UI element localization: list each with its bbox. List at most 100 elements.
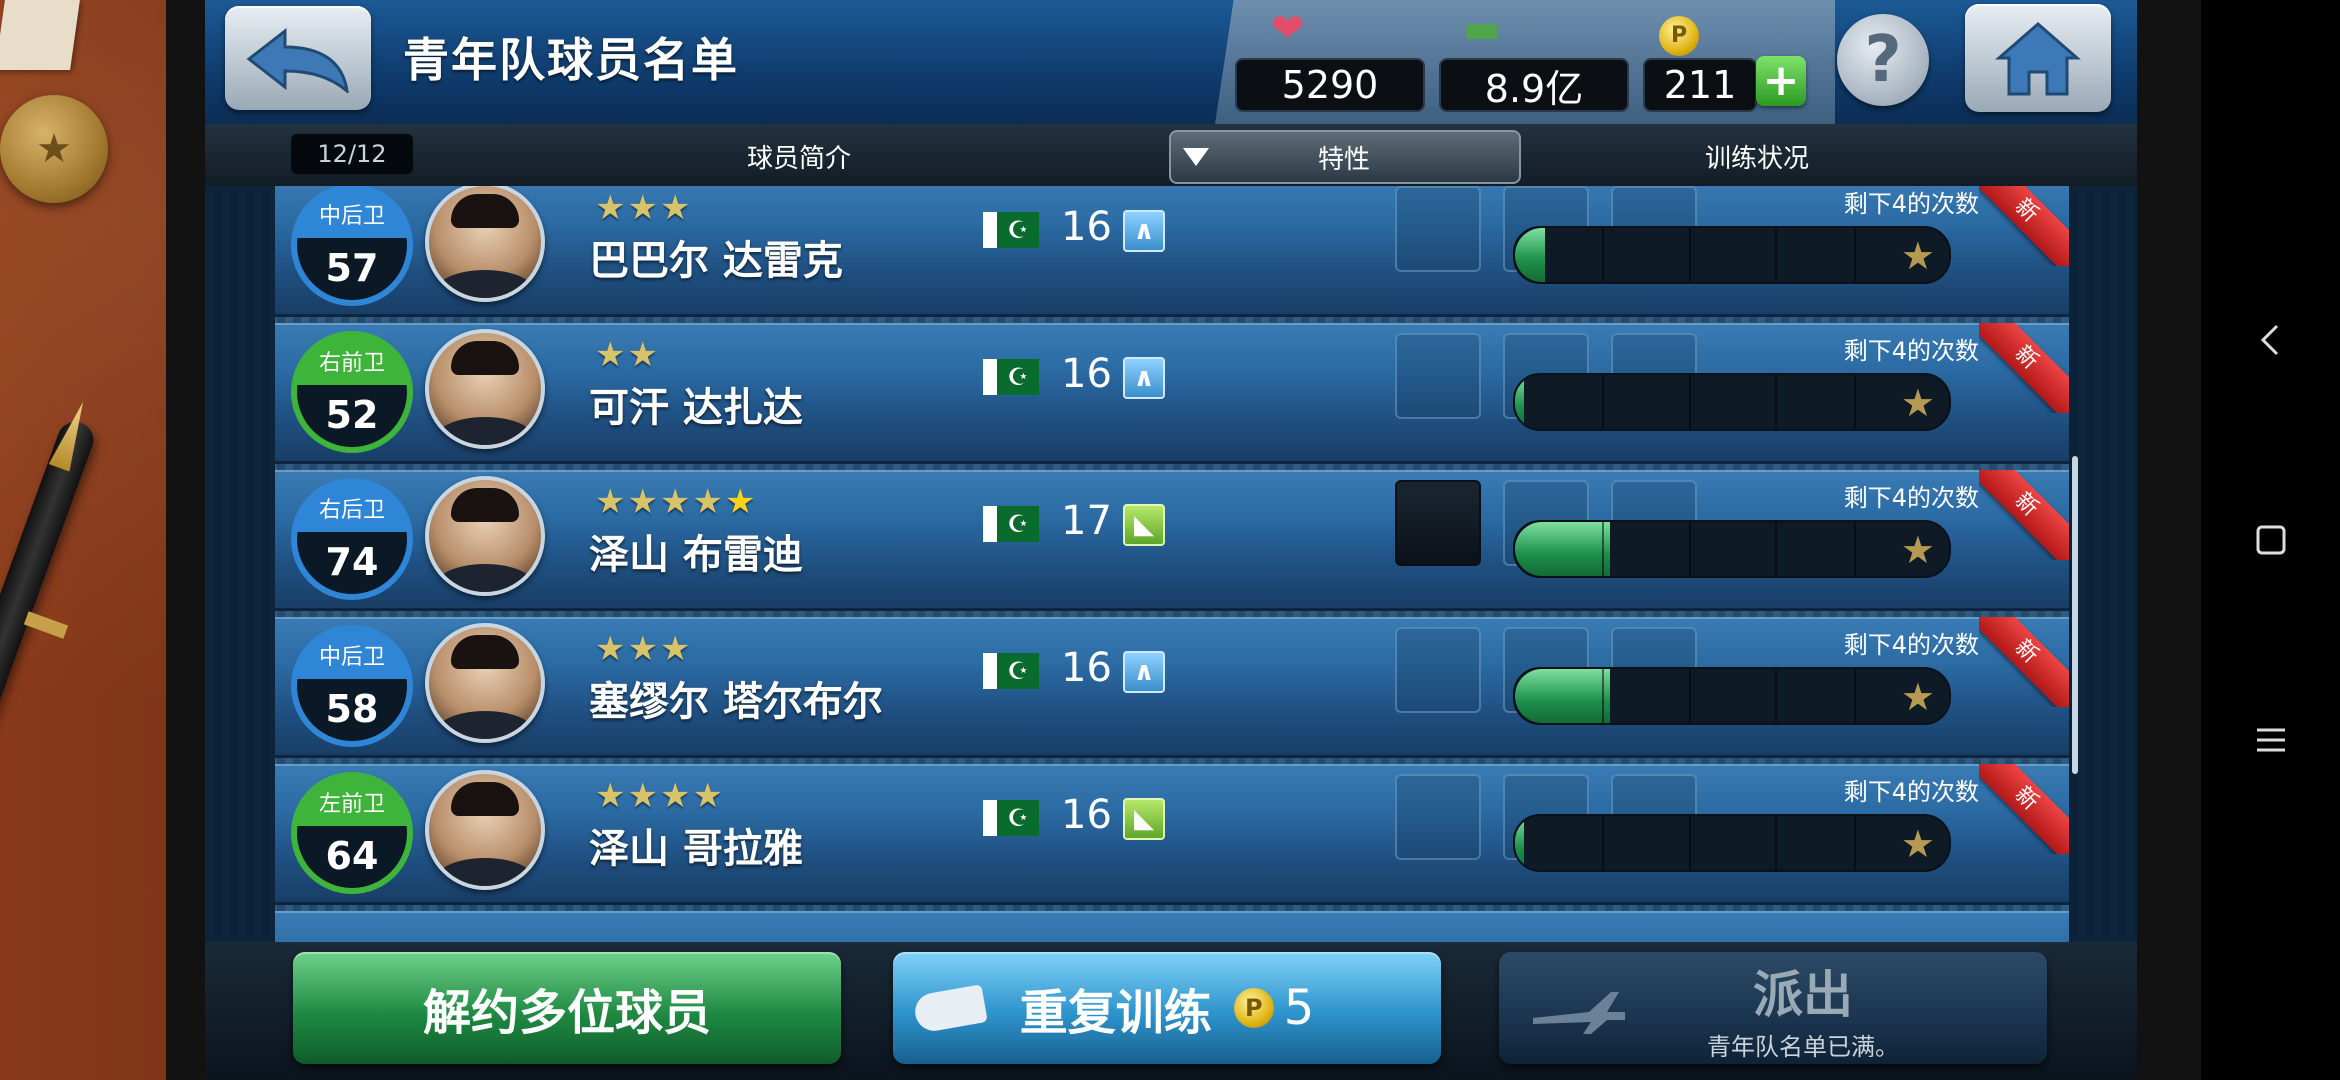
- list-scrollbar[interactable]: [2072, 456, 2078, 774]
- training-segment: [1775, 669, 1778, 723]
- star-icon: ★: [1900, 381, 1935, 425]
- money-icon: ▬: [1463, 6, 1501, 52]
- player-row[interactable]: 中后卫 57 ★★★ 巴巴尔 达雷克 ☪ 16 ∧ 剩下4的次数 ★ 新: [275, 186, 2069, 317]
- nationality-flag: ☪: [983, 800, 1039, 836]
- position-label: 中后卫: [297, 190, 407, 238]
- training-progress-bar: ★: [1513, 814, 1951, 872]
- system-recents-button[interactable]: [2246, 715, 2296, 765]
- release-players-label: 解约多位球员: [422, 985, 711, 1041]
- add-coins-button[interactable]: +: [1756, 56, 1806, 106]
- trait-slot[interactable]: [1395, 627, 1481, 713]
- growth-type-icon: ◣: [1123, 798, 1165, 840]
- star-icon: ★: [627, 335, 660, 375]
- training-segment: [1775, 375, 1778, 429]
- help-button[interactable]: ?: [1837, 14, 1929, 106]
- overall-rating: 52: [325, 393, 379, 437]
- new-ribbon: 新: [1979, 617, 2069, 707]
- new-ribbon: 新: [1979, 764, 2069, 854]
- player-age: 16: [1061, 792, 1112, 838]
- new-label: 新: [1979, 186, 2069, 266]
- system-home-button[interactable]: [2246, 515, 2296, 565]
- player-name: 泽山 哥拉雅: [589, 826, 803, 872]
- menu-icon: [2256, 728, 2285, 752]
- training-segment: [1601, 375, 1604, 429]
- handshake-icon: ❤: [1271, 6, 1305, 52]
- player-row[interactable]: 右后卫 74 ★★★★★ 泽山 布雷迪 ☪ 17 ◣ 剩下4的次数 ★ 新: [275, 470, 2069, 611]
- star-icon: ★: [1900, 822, 1935, 866]
- player-avatar: [425, 623, 545, 743]
- training-segment: [1853, 228, 1856, 282]
- player-avatar: [425, 770, 545, 890]
- dispatch-sub-label: 青年队名单已满。: [1707, 1032, 1899, 1061]
- growth-type-icon: ∧: [1123, 210, 1165, 252]
- tab-training-status[interactable]: 训练状况: [1705, 138, 1809, 175]
- training-progress-fill: [1515, 375, 1524, 429]
- star-icon: ★: [595, 776, 628, 816]
- star-icon: ★: [595, 335, 628, 375]
- player-list[interactable]: 中后卫 57 ★★★ 巴巴尔 达雷克 ☪ 16 ∧ 剩下4的次数 ★ 新 右前卫…: [205, 186, 2137, 942]
- player-avatar: [425, 476, 545, 596]
- star-rating: ★★★: [595, 629, 692, 669]
- repeat-training-cost: 5: [1283, 980, 1315, 1036]
- player-name: 塞缪尔 塔尔布尔: [589, 679, 883, 725]
- player-row-partial[interactable]: [275, 911, 2069, 942]
- tab-player-profile[interactable]: 球员简介: [747, 138, 851, 175]
- player-row[interactable]: 左前卫 64 ★★★★ 泽山 哥拉雅 ☪ 16 ◣ 剩下4的次数 ★ 新: [275, 764, 2069, 905]
- back-arrow-icon: [246, 27, 349, 93]
- coin-value: 211: [1643, 58, 1757, 112]
- training-progress-bar: ★: [1513, 226, 1951, 284]
- tab-traits[interactable]: 特性: [1169, 130, 1521, 184]
- training-segment: [1853, 816, 1856, 870]
- trait-slot[interactable]: [1395, 774, 1481, 860]
- trait-slot[interactable]: [1395, 186, 1481, 272]
- square-icon: [2256, 525, 2285, 555]
- player-name: 巴巴尔 达雷克: [589, 238, 843, 284]
- star-rating: ★★: [595, 335, 660, 375]
- new-ribbon: 新: [1979, 470, 2069, 560]
- repeat-training-button[interactable]: 重复训练 P 5: [893, 952, 1441, 1064]
- system-back-button[interactable]: [2246, 315, 2296, 365]
- growth-type-icon: ∧: [1123, 651, 1165, 693]
- airplane-icon: [1533, 992, 1625, 1034]
- trait-slot[interactable]: [1395, 333, 1481, 419]
- chevron-left-icon: [2260, 324, 2278, 356]
- player-age: 17: [1061, 498, 1112, 544]
- position-label: 左前卫: [297, 778, 407, 826]
- roster-count: 12/12: [291, 134, 413, 174]
- star-icon: ★: [659, 482, 693, 522]
- star-icon: ★: [627, 629, 660, 669]
- overall-rating: 64: [325, 834, 379, 878]
- position-badge: 右后卫 74: [291, 478, 413, 600]
- training-segment: [1688, 375, 1691, 429]
- player-avatar: [425, 186, 545, 302]
- coin-symbol: P: [1659, 15, 1699, 56]
- training-segment: [1688, 228, 1691, 282]
- star-rating: ★★★★★: [595, 482, 757, 522]
- training-segment: [1775, 228, 1778, 282]
- training-segment: [1601, 228, 1604, 282]
- training-segment: [1853, 522, 1856, 576]
- home-button[interactable]: [1965, 4, 2111, 112]
- dispatch-button[interactable]: 派出 青年队名单已满。: [1499, 952, 2047, 1064]
- star-icon: ★: [627, 482, 660, 522]
- tab-traits-label: 特性: [1317, 144, 1370, 175]
- star-icon: ★: [627, 776, 660, 816]
- star-icon: ★: [692, 482, 725, 522]
- trait-slot[interactable]: [1395, 480, 1481, 566]
- star-icon: ★: [659, 188, 693, 228]
- release-players-button[interactable]: 解约多位球员: [293, 952, 841, 1064]
- player-row[interactable]: 右前卫 52 ★★ 可汗 达扎达 ☪ 16 ∧ 剩下4的次数 ★ 新: [275, 323, 2069, 464]
- back-button[interactable]: [225, 6, 371, 110]
- player-row[interactable]: 中后卫 58 ★★★ 塞缪尔 塔尔布尔 ☪ 16 ∧ 剩下4的次数 ★ 新: [275, 617, 2069, 758]
- whistle-icon: [912, 984, 988, 1034]
- growth-type-icon: ◣: [1123, 504, 1165, 546]
- android-nav-bar: [2201, 0, 2340, 1080]
- coin-icon: P: [1659, 6, 1699, 56]
- training-segment: [1853, 669, 1856, 723]
- top-bar: 青年队球员名单 ❤ 5290 ▬ 8.9亿 P 211 + ?: [205, 0, 2137, 126]
- remaining-training-count: 剩下4的次数: [1843, 484, 1979, 512]
- position-badge: 右前卫 52: [291, 331, 413, 453]
- star-icon: ★: [1900, 528, 1935, 572]
- position-badge: 中后卫 58: [291, 625, 413, 747]
- growth-type-icon: ∧: [1123, 357, 1165, 399]
